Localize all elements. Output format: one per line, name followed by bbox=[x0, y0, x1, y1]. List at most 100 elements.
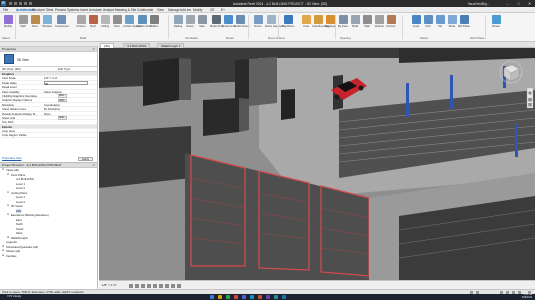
tab-manage[interactable]: Manage bbox=[168, 8, 180, 12]
close-button[interactable]: ✕ bbox=[524, 0, 535, 7]
tab-collaborate[interactable]: Collaborate bbox=[137, 8, 153, 12]
ribbon-group-build[interactable]: Build bbox=[80, 36, 86, 40]
shaft-button[interactable]: Shaft bbox=[349, 15, 361, 36]
show-button[interactable]: Show bbox=[446, 15, 458, 36]
open-icon[interactable] bbox=[9, 2, 12, 5]
properties-help-link[interactable]: Properties help bbox=[2, 156, 21, 161]
ribbon-group-work-plane[interactable]: Work Plane bbox=[470, 36, 484, 40]
ribbon-group-opening[interactable]: Opening bbox=[340, 36, 351, 40]
tab-systems[interactable]: Systems bbox=[67, 8, 79, 12]
modify-button[interactable]: Modify bbox=[2, 15, 14, 36]
tab-precast[interactable]: Precast bbox=[55, 8, 66, 12]
component-button[interactable]: Component bbox=[55, 15, 69, 36]
model-text-button[interactable]: Model Text bbox=[210, 15, 223, 36]
edit-button[interactable]: Edit... bbox=[58, 116, 67, 120]
room-button[interactable]: Room bbox=[252, 15, 264, 36]
floor-button[interactable]: Floor bbox=[111, 15, 123, 36]
model-line-button[interactable]: Model Line bbox=[222, 15, 235, 36]
apply-button[interactable]: Apply bbox=[78, 156, 93, 161]
ceiling-button[interactable]: Ceiling bbox=[99, 15, 111, 36]
roof-button[interactable]: Roof bbox=[87, 15, 99, 36]
expand-toggle-icon[interactable]: ⊞ bbox=[2, 254, 4, 259]
wall-button[interactable]: Wall bbox=[361, 15, 373, 36]
detail-level-icon[interactable] bbox=[129, 283, 133, 288]
ribbon-group-circulation[interactable]: Circulation bbox=[185, 36, 198, 40]
set-button[interactable]: Set bbox=[434, 15, 446, 36]
window-button[interactable]: Window bbox=[41, 15, 53, 36]
navigation-bar[interactable] bbox=[526, 87, 534, 109]
edit-button[interactable]: Edit... bbox=[58, 98, 67, 103]
crop-view-icon[interactable] bbox=[159, 283, 163, 288]
tab-e-[interactable]: E+ bbox=[221, 8, 225, 12]
wall-button[interactable]: Wall bbox=[17, 15, 29, 36]
level-button[interactable]: Level bbox=[410, 15, 422, 36]
ribbon-group-room-area[interactable]: Room & Area bbox=[268, 36, 285, 40]
mail-icon[interactable] bbox=[234, 295, 238, 299]
office-icon[interactable] bbox=[258, 295, 262, 299]
mullion-button[interactable]: Mullion bbox=[148, 15, 160, 36]
model-group-button[interactable]: Model Group bbox=[234, 15, 250, 36]
ref-plane-button[interactable]: Ref Plane bbox=[458, 15, 470, 36]
viewer-button[interactable]: Viewer bbox=[490, 15, 502, 36]
column-button[interactable]: Column bbox=[75, 15, 87, 36]
save-icon[interactable] bbox=[14, 2, 17, 5]
undo-icon[interactable] bbox=[19, 2, 22, 5]
store-icon[interactable] bbox=[274, 295, 278, 299]
browser-item[interactable]: ⊞ Families bbox=[0, 254, 97, 259]
hide-isolate-icon[interactable] bbox=[177, 283, 181, 288]
media-icon[interactable] bbox=[266, 295, 270, 299]
tab-massing-site[interactable]: Massing & Site bbox=[115, 8, 136, 12]
tab-add-ins[interactable]: Add-Ins bbox=[180, 8, 191, 12]
railing-button[interactable]: Railing bbox=[172, 15, 184, 36]
area-button[interactable]: Area bbox=[300, 15, 312, 36]
minimize-button[interactable]: – bbox=[502, 0, 513, 7]
weather-widget[interactable]: 74°F Cloudy bbox=[7, 295, 21, 298]
tab-insert[interactable]: Insert bbox=[80, 8, 88, 12]
file-explorer-icon[interactable] bbox=[218, 295, 222, 299]
room-separator-button[interactable]: Room Separator bbox=[265, 15, 285, 36]
ribbon-group-datum[interactable]: Datum bbox=[420, 36, 428, 40]
by-face-button[interactable]: By Face bbox=[337, 15, 349, 36]
visual-style-icon[interactable] bbox=[135, 283, 139, 288]
area-boundary-button[interactable]: Area Boundary bbox=[312, 15, 330, 36]
vertical-button[interactable]: Vertical bbox=[373, 15, 385, 36]
curtain-grid-button[interactable]: Curtain Grid bbox=[136, 15, 151, 36]
user-account[interactable]: ItsuaHeidBig... bbox=[468, 2, 489, 6]
stair-button[interactable]: Stair bbox=[196, 15, 208, 36]
grid-button[interactable]: Grid bbox=[422, 15, 434, 36]
render-icon[interactable] bbox=[153, 283, 157, 288]
print-icon[interactable] bbox=[29, 2, 32, 5]
edge-icon[interactable] bbox=[250, 295, 254, 299]
edit-button[interactable]: Edit... bbox=[58, 94, 67, 98]
property-input[interactable]: 96 bbox=[44, 81, 88, 86]
sun-path-icon[interactable] bbox=[141, 283, 145, 288]
revit-logo-icon[interactable]: R bbox=[1, 1, 6, 6]
view-scale[interactable]: 1/8" = 1'-0" bbox=[102, 283, 117, 287]
tab-annotate[interactable]: Annotate bbox=[89, 8, 102, 12]
door-button[interactable]: Door bbox=[29, 15, 41, 36]
dormer-button[interactable]: Dormer bbox=[385, 15, 397, 36]
tab-structure[interactable]: Structure bbox=[32, 8, 45, 12]
teams-icon[interactable] bbox=[242, 295, 246, 299]
redo-icon[interactable] bbox=[24, 2, 27, 5]
tab-view[interactable]: View bbox=[157, 8, 164, 12]
ramp-button[interactable]: Ramp bbox=[184, 15, 196, 36]
curtain-system-button[interactable]: Curtain System bbox=[123, 15, 141, 36]
ribbon-group-select[interactable]: Select bbox=[2, 36, 10, 40]
shadows-icon[interactable] bbox=[147, 283, 151, 288]
type-selector[interactable]: 3D View bbox=[0, 52, 97, 67]
revit-app-icon[interactable] bbox=[282, 295, 286, 299]
ribbon-group-model[interactable]: Model bbox=[226, 36, 234, 40]
tab-ce[interactable]: CE bbox=[210, 8, 214, 12]
tab-file[interactable]: File bbox=[3, 8, 8, 12]
tab-analyze[interactable]: Analyze bbox=[103, 8, 114, 12]
show-crop-icon[interactable] bbox=[165, 283, 169, 288]
tab-steel[interactable]: Steel bbox=[46, 8, 53, 12]
tab-modify[interactable]: Modify bbox=[193, 8, 202, 12]
search-icon[interactable] bbox=[210, 295, 214, 299]
system-clock[interactable]: 4:31 PM 6/28/2024 bbox=[510, 294, 532, 299]
maximize-button[interactable]: □ bbox=[513, 0, 524, 7]
lock-view-icon[interactable] bbox=[171, 283, 175, 288]
3d-viewport[interactable] bbox=[99, 48, 535, 280]
browser-icon[interactable] bbox=[226, 295, 230, 299]
